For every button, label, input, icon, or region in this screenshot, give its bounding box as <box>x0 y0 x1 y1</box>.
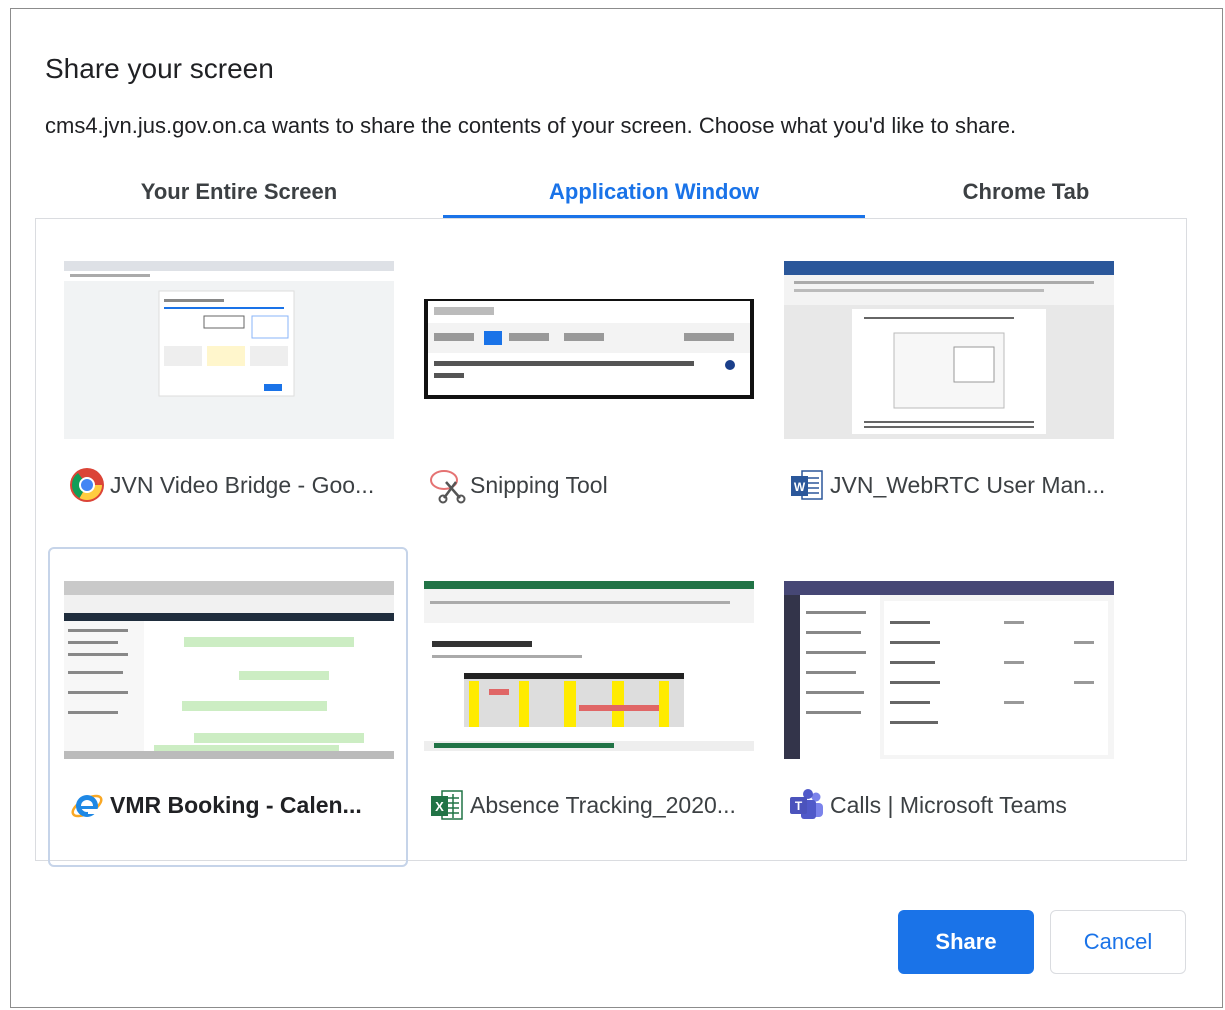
svg-text:W: W <box>794 480 806 494</box>
window-label: T Calls | Microsoft Teams <box>788 783 1067 827</box>
window-label: VMR Booking - Calen... <box>68 783 362 827</box>
share-button[interactable]: Share <box>898 910 1034 974</box>
svg-text:X: X <box>435 799 444 814</box>
word-icon: W <box>791 470 823 500</box>
window-item-microsoft-teams[interactable]: T Calls | Microsoft Teams <box>768 547 1128 867</box>
window-title: Absence Tracking_2020... <box>470 791 736 818</box>
teams-icon: T <box>790 789 823 819</box>
window-title: JVN_WebRTC User Man... <box>830 471 1106 498</box>
window-item-absence-tracking[interactable]: X Absence Tracking_2020... <box>408 547 768 867</box>
window-thumbnail <box>64 261 394 439</box>
tab-application-window[interactable]: Application Window <box>443 166 865 218</box>
window-label: Snipping Tool <box>428 463 608 507</box>
window-label: W JVN_WebRTC User Man... <box>788 463 1105 507</box>
snipping-tool-icon <box>430 470 466 504</box>
dialog-title: Share your screen <box>45 53 274 84</box>
window-title: JVN Video Bridge - Goo... <box>110 471 375 498</box>
window-item-jvn-webrtc-user-manual[interactable]: W JVN_WebRTC User Man... <box>768 227 1128 547</box>
window-item-jvn-video-bridge[interactable]: JVN Video Bridge - Goo... <box>48 227 408 547</box>
window-title: Calls | Microsoft Teams <box>830 791 1067 818</box>
window-thumbnail <box>784 261 1114 439</box>
svg-text:T: T <box>795 799 803 813</box>
window-label: X Absence Tracking_2020... <box>428 783 736 827</box>
tab-chrome-tab[interactable]: Chrome Tab <box>865 166 1187 218</box>
excel-icon: X <box>431 790 463 820</box>
chrome-icon <box>70 468 104 502</box>
source-tabs: Your Entire Screen Application Window Ch… <box>35 166 1187 218</box>
window-thumbnail <box>424 581 754 759</box>
window-title: VMR Booking - Calen... <box>110 791 362 818</box>
window-title: Snipping Tool <box>470 471 608 498</box>
internet-explorer-icon <box>71 794 103 818</box>
window-thumbnail <box>784 581 1114 759</box>
window-thumbnail <box>424 261 754 439</box>
window-label: JVN Video Bridge - Goo... <box>68 463 374 507</box>
tab-entire-screen[interactable]: Your Entire Screen <box>35 166 443 218</box>
window-thumbnail <box>64 581 394 759</box>
window-item-snipping-tool[interactable]: Snipping Tool <box>408 227 768 547</box>
window-grid: JVN Video Bridge - Goo... Snipping Tool … <box>35 218 1187 867</box>
cancel-button[interactable]: Cancel <box>1050 910 1186 974</box>
window-item-vmr-booking[interactable]: VMR Booking - Calen... <box>48 547 408 867</box>
dialog-subtitle: cms4.jvn.jus.gov.on.ca wants to share th… <box>45 113 1017 138</box>
